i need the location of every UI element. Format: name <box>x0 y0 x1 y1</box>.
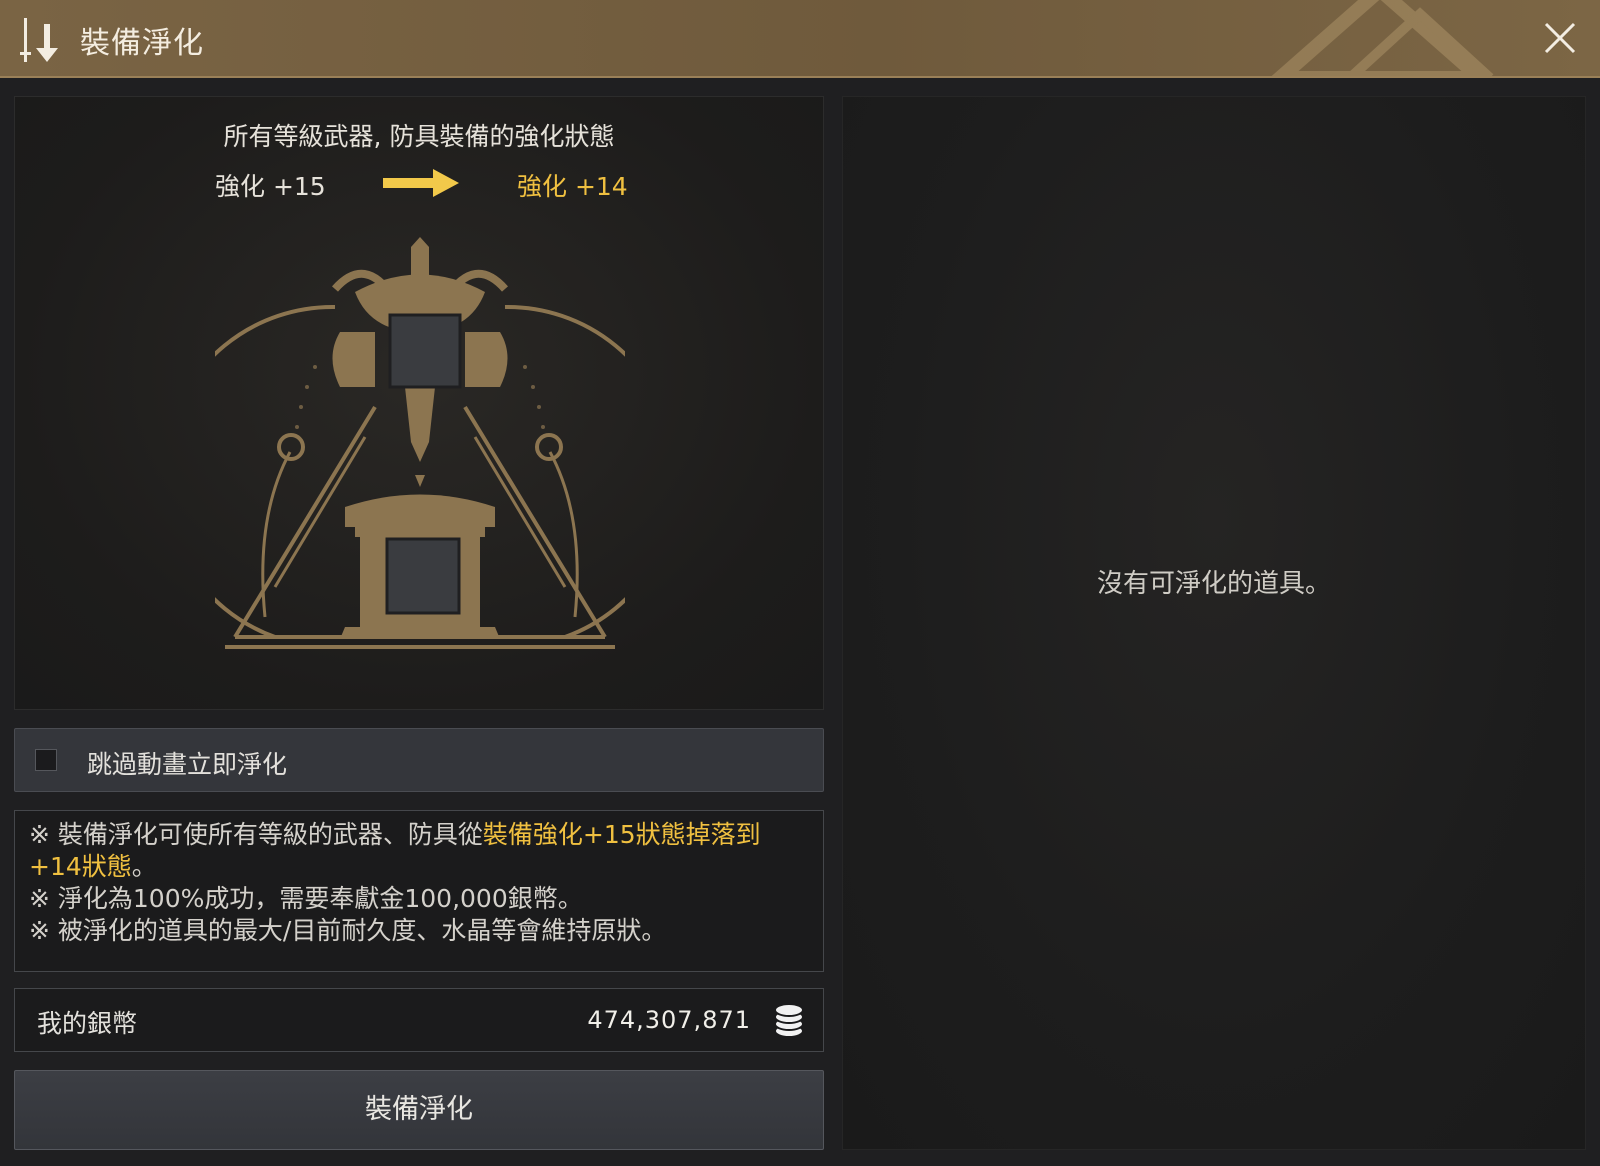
equipment-slot-top <box>388 313 462 389</box>
purify-notes: ※ 裝備淨化可使所有等級的武器、防具從裝備強化+15狀態掉落到+14狀態。 ※ … <box>14 810 824 972</box>
skip-animation-checkbox[interactable] <box>35 749 57 771</box>
skip-animation-option[interactable]: 跳過動畫立即淨化 <box>14 728 824 792</box>
title-bar: 裝備淨化 <box>0 0 1600 78</box>
skip-animation-label: 跳過動畫立即淨化 <box>87 750 288 779</box>
window-title: 裝備淨化 <box>80 26 204 61</box>
silver-coins-icon <box>774 1003 804 1038</box>
preview-heading: 所有等級武器, 防具裝備的強化狀態 <box>223 122 615 151</box>
purifiable-item-list[interactable]: 沒有可淨化的道具。 <box>842 96 1586 1150</box>
note-line-1-suffix: 。 <box>131 852 157 881</box>
enhance-from-label: 強化 +15 <box>215 172 326 201</box>
purify-arrow-icon <box>20 18 58 62</box>
equipment-slot-bottom <box>385 537 461 615</box>
arrow-right-icon <box>383 169 459 197</box>
enhance-to-label: 強化 +14 <box>517 172 628 201</box>
purify-button[interactable]: 裝備淨化 <box>14 1070 824 1150</box>
silver-balance-label: 我的銀幣 <box>37 1009 138 1038</box>
empty-list-message: 沒有可淨化的道具。 <box>1096 569 1331 599</box>
altar-emblem-illustration <box>215 237 625 649</box>
note-line-1: ※ 裝備淨化可使所有等級的武器、防具從裝備強化+15狀態掉落到+14狀態。 <box>29 819 809 883</box>
note-line-3: ※ 被淨化的道具的最大/目前耐久度、水晶等會維持原狀。 <box>29 916 667 945</box>
silver-balance-amount: 474,307,871 <box>587 1006 751 1034</box>
equipment-purify-window: 裝備淨化 所有等級武器, 防具裝備的強化狀態 強化 +15 強化 +14 跳過動… <box>0 0 1600 1166</box>
silver-balance-row: 我的銀幣 474,307,871 <box>14 988 824 1052</box>
close-icon[interactable] <box>1542 20 1578 56</box>
purify-preview-panel: 所有等級武器, 防具裝備的強化狀態 強化 +15 強化 +14 <box>14 96 824 710</box>
note-line-2: ※ 淨化為100%成功，需要奉獻金100,000銀幣。 <box>29 884 583 913</box>
note-line-1-prefix: ※ 裝備淨化可使所有等級的武器、防具從 <box>29 820 483 849</box>
